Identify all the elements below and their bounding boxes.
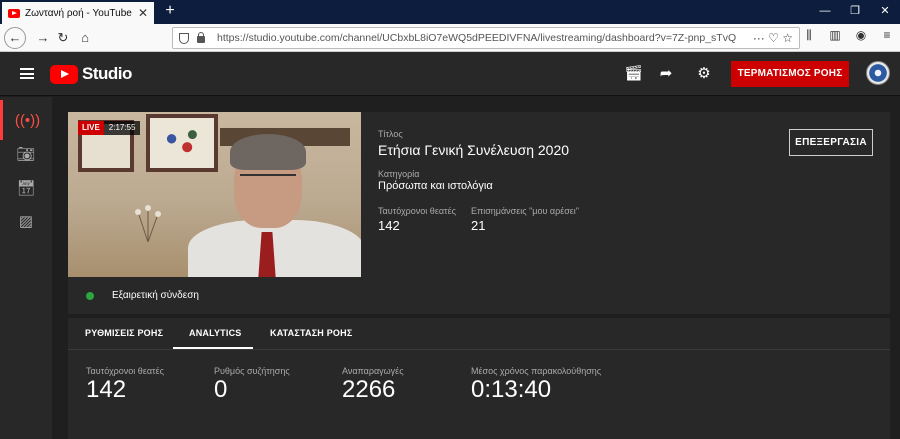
stat-value-views: 2266: [342, 376, 396, 403]
stat-label-views: Αναπαραγωγές: [342, 366, 404, 376]
broadcast-icon: ((•)): [14, 111, 41, 129]
browser-tab-title: Ζωντανή ροή - YouTube Studio: [25, 7, 134, 19]
address-bar[interactable]: https://studio.youtube.com/channel/UCbxb…: [172, 27, 800, 49]
active-tab-indicator: [173, 347, 253, 349]
concurrent-viewers-value: 142: [378, 218, 400, 233]
hamburger-menu-icon[interactable]: [20, 68, 34, 79]
reload-button[interactable]: ↻: [52, 28, 74, 48]
close-window-icon[interactable]: ✕: [870, 0, 900, 24]
window-controls: — ❐ ✕: [810, 0, 900, 24]
end-stream-button[interactable]: ΤΕΡΜΑΤΙΣΜΟΣ ΡΟΗΣ: [731, 61, 849, 87]
browser-tab-strip: Ζωντανή ροή - YouTube Studio ✕ + — ❐ ✕: [0, 0, 900, 24]
youtube-favicon-icon: [8, 8, 20, 18]
person-hair: [230, 134, 306, 170]
stat-label-concurrent: Ταυτόχρονοι θεατές: [86, 366, 164, 376]
status-dot-icon: [86, 291, 94, 300]
youtube-play-icon: [50, 64, 78, 84]
browser-nav-bar: ← → ↻ ⌂ https://studio.youtube.com/chann…: [0, 24, 900, 52]
avatar[interactable]: [866, 61, 890, 85]
close-tab-icon[interactable]: ✕: [138, 6, 148, 20]
flower-vase: [128, 204, 168, 244]
forward-button[interactable]: →: [32, 28, 54, 48]
stream-title: Ετήσια Γενική Συνέλευση 2020: [378, 142, 570, 158]
edit-button[interactable]: ΕΠΕΞΕΡΓΑΣΙΑ: [789, 129, 873, 156]
page-actions-label: ···: [752, 31, 765, 45]
video-preview[interactable]: [68, 112, 361, 277]
clapperboard-icon[interactable]: 🎬︎: [624, 65, 643, 83]
category-label: Κατηγορία: [378, 169, 420, 179]
stat-value-avg-watch-time: 0:13:40: [471, 376, 552, 403]
stat-label-chat-rate: Ρυθμός συζήτησης: [214, 366, 290, 376]
likes-value: 21: [471, 218, 486, 233]
tab-stream-health[interactable]: ΚΑΤΑΣΤΑΣΗ ΡΟΗΣ: [270, 328, 352, 338]
lock-icon[interactable]: [197, 32, 205, 43]
url-text[interactable]: https://studio.youtube.com/channel/UCbxb…: [217, 32, 736, 44]
account-icon[interactable]: ◉: [852, 28, 870, 43]
studio-logo[interactable]: Studio: [50, 64, 132, 84]
left-rail: ((•)) 📷︎ 📅︎ ▨: [0, 97, 52, 439]
browser-tab[interactable]: Ζωντανή ροή - YouTube Studio ✕: [2, 2, 154, 24]
tracking-shield-icon[interactable]: [179, 33, 189, 44]
likes-label: Επισημάνσεις "μου αρέσει": [471, 206, 579, 216]
live-label: LIVE: [78, 121, 104, 135]
title-label: Τίτλος: [378, 129, 403, 139]
stat-value-chat-rate: 0: [214, 376, 228, 403]
gear-icon[interactable]: ⚙: [695, 65, 713, 83]
restore-icon[interactable]: ❐: [840, 0, 870, 24]
library-icon[interactable]: ⫼: [800, 28, 818, 43]
live-badge: LIVE 2:17:55: [78, 121, 141, 135]
tab-analytics[interactable]: ANALYTICS: [189, 328, 241, 338]
concurrent-viewers-label: Ταυτόχρονοι θεατές: [378, 206, 456, 216]
camera-icon: 📷︎: [16, 146, 36, 163]
stat-value-concurrent: 142: [86, 376, 127, 403]
manage-icon: ▨: [18, 213, 34, 230]
tab-stream-settings[interactable]: ΡΥΘΜΙΣΕΙΣ ΡΟΗΣ: [85, 328, 163, 338]
calendar-icon: 📅︎: [16, 180, 36, 197]
rail-item-manage[interactable]: ▨: [0, 201, 52, 241]
person-glasses: [240, 174, 296, 184]
minimize-icon[interactable]: —: [810, 0, 840, 24]
back-button[interactable]: ←: [4, 27, 26, 49]
toolbar-icons: ⫼ ▥ ◉ ≡: [800, 28, 896, 43]
page-actions-icon[interactable]: ··· ♡ ☆: [753, 28, 793, 48]
stat-label-avg-watch-time: Μέσος χρόνος παρακολούθησης: [471, 366, 602, 376]
home-button[interactable]: ⌂: [74, 28, 96, 48]
connection-status: Εξαιρετική σύνδεση: [86, 290, 199, 301]
connection-status-text: Εξαιρετική σύνδεση: [112, 290, 199, 301]
sidebar-icon[interactable]: ▥: [826, 28, 844, 43]
wall-frame-right: [146, 114, 218, 172]
menu-icon[interactable]: ≡: [878, 28, 896, 43]
logo-text: Studio: [82, 64, 132, 83]
share-icon[interactable]: ➦: [657, 65, 675, 83]
elapsed-time: 2:17:55: [103, 121, 141, 135]
new-tab-button[interactable]: +: [160, 2, 180, 22]
stream-category: Πρόσωπα και ιστολόγια: [378, 180, 493, 192]
